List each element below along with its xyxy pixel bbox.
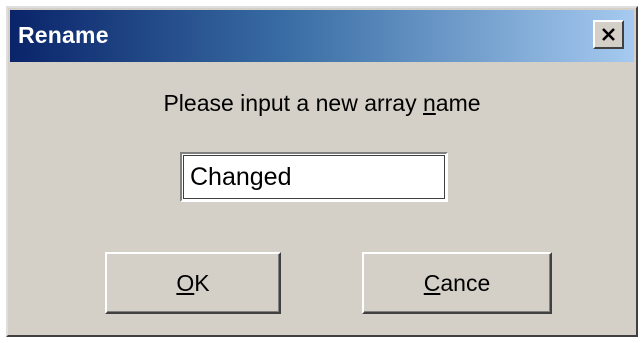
ok-label-rest: K [194, 269, 210, 296]
prompt-label: Please input a new array name [8, 90, 636, 117]
prompt-text-end: ame [435, 90, 481, 116]
cancel-mnemonic: C [423, 269, 441, 296]
close-x-icon [602, 28, 615, 41]
title-bar[interactable]: Rename [10, 10, 634, 62]
prompt-mnemonic: n [423, 90, 436, 116]
cancel-button[interactable]: Cance [362, 252, 552, 314]
rename-dialog: Rename Please input a new array name OK … [6, 6, 638, 337]
cancel-label-rest: ance [440, 269, 491, 296]
ok-button[interactable]: OK [105, 252, 281, 314]
prompt-text: Please input a new array [163, 90, 423, 116]
close-button[interactable] [593, 20, 624, 49]
ok-mnemonic: O [176, 269, 195, 296]
array-name-input[interactable] [180, 152, 448, 202]
dialog-title: Rename [18, 22, 109, 48]
